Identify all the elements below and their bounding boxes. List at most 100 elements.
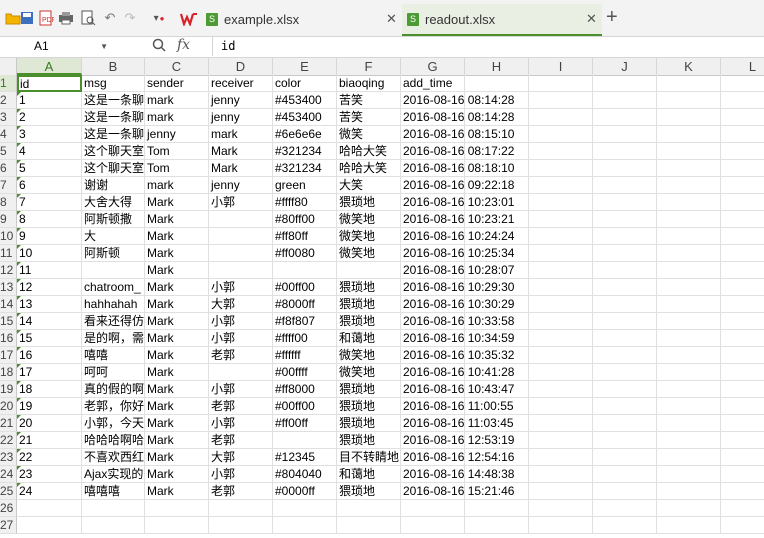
cell-c25[interactable]: Mark	[145, 483, 209, 500]
cell-c16[interactable]: Mark	[145, 330, 209, 347]
cell-g15[interactable]: 2016-08-16 10:33:58	[401, 313, 514, 330]
row-header[interactable]: 25	[0, 483, 17, 500]
cell-i11[interactable]	[529, 245, 593, 262]
cell-b24[interactable]: Ajax实现的	[82, 466, 145, 483]
cell-c12[interactable]: Mark	[145, 262, 209, 279]
cell-i1[interactable]	[529, 75, 593, 92]
cell-f21[interactable]: 猥琐地	[337, 415, 401, 432]
cell-c1[interactable]: sender	[145, 75, 209, 92]
cell-b16[interactable]: 是的啊，需	[82, 330, 145, 347]
cell-j3[interactable]	[593, 109, 657, 126]
cell-k23[interactable]	[657, 449, 721, 466]
cell-c27[interactable]	[145, 517, 209, 534]
cell-f12[interactable]	[337, 262, 401, 279]
cell-k22[interactable]	[657, 432, 721, 449]
cell-k11[interactable]	[657, 245, 721, 262]
cell-a4[interactable]: 3	[17, 126, 82, 143]
cell-l4[interactable]	[721, 126, 764, 143]
cell-d23[interactable]: 大郭	[209, 449, 273, 466]
column-header-h[interactable]: H	[465, 58, 529, 75]
cell-i24[interactable]	[529, 466, 593, 483]
cell-f1[interactable]: biaoqing	[337, 75, 401, 92]
cell-j8[interactable]	[593, 194, 657, 211]
cell-f8[interactable]: 猥琐地	[337, 194, 401, 211]
cell-f18[interactable]: 微笑地	[337, 364, 401, 381]
cell-k26[interactable]	[657, 500, 721, 517]
cell-d15[interactable]: 小郭	[209, 313, 273, 330]
cell-l17[interactable]	[721, 347, 764, 364]
cell-d11[interactable]	[209, 245, 273, 262]
cell-e7[interactable]: green	[273, 177, 337, 194]
cell-c19[interactable]: Mark	[145, 381, 209, 398]
cell-i7[interactable]	[529, 177, 593, 194]
cell-i25[interactable]	[529, 483, 593, 500]
cell-a17[interactable]: 16	[17, 347, 82, 364]
row-header[interactable]: 6	[0, 160, 17, 177]
cell-j15[interactable]	[593, 313, 657, 330]
cell-c17[interactable]: Mark	[145, 347, 209, 364]
cell-d13[interactable]: 小郭	[209, 279, 273, 296]
cell-j4[interactable]	[593, 126, 657, 143]
cell-a20[interactable]: 19	[17, 398, 82, 415]
cell-b3[interactable]: 这是一条聊	[82, 109, 145, 126]
cell-i27[interactable]	[529, 517, 593, 534]
cell-l3[interactable]	[721, 109, 764, 126]
cell-b25[interactable]: 嘻嘻嘻	[82, 483, 145, 500]
cell-k18[interactable]	[657, 364, 721, 381]
save-icon[interactable]	[18, 9, 36, 27]
cell-d2[interactable]: jenny	[209, 92, 273, 109]
cell-e13[interactable]: #00ff00	[273, 279, 337, 296]
cell-i9[interactable]	[529, 211, 593, 228]
cell-e26[interactable]	[273, 500, 337, 517]
cell-b10[interactable]: 大	[82, 228, 145, 245]
row-header[interactable]: 14	[0, 296, 17, 313]
cell-c3[interactable]: mark	[145, 109, 209, 126]
cell-i5[interactable]	[529, 143, 593, 160]
cell-l2[interactable]	[721, 92, 764, 109]
cell-g25[interactable]: 2016-08-16 15:21:46	[401, 483, 514, 500]
cell-b19[interactable]: 真的假的啊	[82, 381, 145, 398]
cell-k2[interactable]	[657, 92, 721, 109]
cell-k24[interactable]	[657, 466, 721, 483]
cell-a8[interactable]: 7	[17, 194, 82, 211]
cell-b12[interactable]	[82, 262, 145, 279]
cell-c11[interactable]: Mark	[145, 245, 209, 262]
cell-a24[interactable]: 23	[17, 466, 82, 483]
cell-a11[interactable]: 10	[17, 245, 82, 262]
cell-e6[interactable]: #321234	[273, 160, 337, 177]
cell-g16[interactable]: 2016-08-16 10:34:59	[401, 330, 514, 347]
cell-f7[interactable]: 大笑	[337, 177, 401, 194]
cell-g9[interactable]: 2016-08-16 10:23:21	[401, 211, 514, 228]
cell-a5[interactable]: 4	[17, 143, 82, 160]
row-header[interactable]: 5	[0, 143, 17, 160]
cell-g11[interactable]: 2016-08-16 10:25:34	[401, 245, 514, 262]
cell-i18[interactable]	[529, 364, 593, 381]
cell-f27[interactable]	[337, 517, 401, 534]
cell-b22[interactable]: 哈哈哈啊哈	[82, 432, 145, 449]
cell-k14[interactable]	[657, 296, 721, 313]
cell-k20[interactable]	[657, 398, 721, 415]
cell-e12[interactable]	[273, 262, 337, 279]
cell-l8[interactable]	[721, 194, 764, 211]
cell-e2[interactable]: #453400	[273, 92, 337, 109]
cell-c7[interactable]: mark	[145, 177, 209, 194]
cell-l13[interactable]	[721, 279, 764, 296]
cell-d8[interactable]: 小郭	[209, 194, 273, 211]
cell-g26[interactable]	[401, 500, 465, 517]
cell-k13[interactable]	[657, 279, 721, 296]
cell-g3[interactable]: 2016-08-16 08:14:28	[401, 109, 514, 126]
cell-d19[interactable]: 小郭	[209, 381, 273, 398]
cell-k27[interactable]	[657, 517, 721, 534]
cell-e4[interactable]: #6e6e6e	[273, 126, 337, 143]
cell-c5[interactable]: Tom	[145, 143, 209, 160]
cell-d16[interactable]: 小郭	[209, 330, 273, 347]
cell-i14[interactable]	[529, 296, 593, 313]
row-header[interactable]: 4	[0, 126, 17, 143]
cell-e17[interactable]: #ffffff	[273, 347, 337, 364]
cell-l14[interactable]	[721, 296, 764, 313]
cell-b7[interactable]: 谢谢	[82, 177, 145, 194]
cell-l27[interactable]	[721, 517, 764, 534]
cell-b4[interactable]: 这是一条聊	[82, 126, 145, 143]
cell-d27[interactable]	[209, 517, 273, 534]
row-header[interactable]: 17	[0, 347, 17, 364]
